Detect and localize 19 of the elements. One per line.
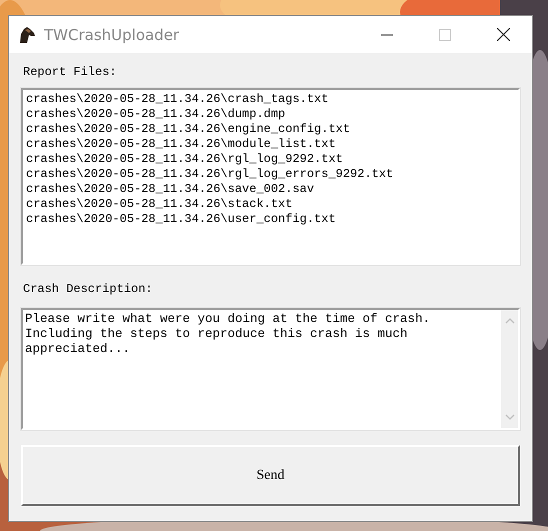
- report-files-label: Report Files:: [23, 65, 118, 80]
- send-button[interactable]: Send: [21, 445, 520, 506]
- file-list-item[interactable]: crashes\2020-05-28_11.34.26\rgl_log_errors_9292.txt: [26, 167, 515, 182]
- file-list-item[interactable]: crashes\2020-05-28_11.34.26\stack.txt: [26, 197, 515, 212]
- scroll-up-icon[interactable]: [504, 318, 514, 324]
- file-list-item[interactable]: crashes\2020-05-28_11.34.26\user_config.txt: [26, 212, 515, 227]
- horse-head-icon: [18, 26, 36, 44]
- file-list-item[interactable]: crashes\2020-05-28_11.34.26\crash_tags.txt: [26, 92, 515, 107]
- crash-description-label: Crash Description:: [23, 282, 154, 297]
- close-icon: [496, 28, 510, 41]
- file-list[interactable]: [21, 88, 520, 265]
- file-list-item[interactable]: crashes\2020-05-28_11.34.26\module_list.txt: [26, 137, 515, 152]
- window-title: TWCrashUploader: [44, 26, 180, 44]
- file-list-item[interactable]: crashes\2020-05-28_11.34.26\rgl_log_9292.txt: [26, 152, 515, 167]
- scroll-down-icon[interactable]: [504, 414, 514, 420]
- file-list-item[interactable]: crashes\2020-05-28_11.34.26\dump.dmp: [26, 107, 515, 122]
- file-list-item[interactable]: crashes\2020-05-28_11.34.26\engine_config.txt: [26, 122, 515, 137]
- maximize-icon: [439, 28, 451, 40]
- file-list-item[interactable]: crashes\2020-05-28_11.34.26\save_002.sav: [26, 182, 515, 197]
